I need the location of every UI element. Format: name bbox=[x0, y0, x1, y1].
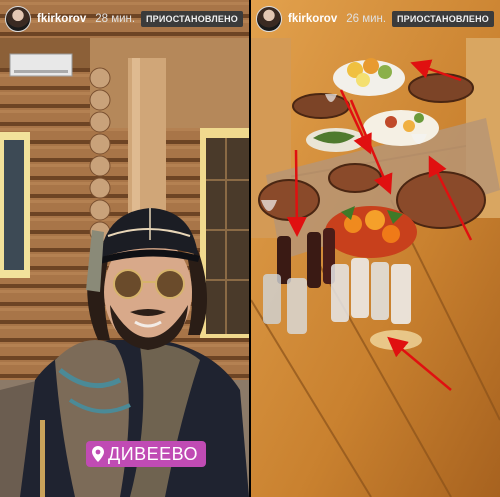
story-panel-1[interactable]: fkirkorov 28 мин. ПРИОСТАНОВЛЕНО ДИВЕЕВО bbox=[0, 0, 249, 497]
avatar[interactable] bbox=[256, 6, 282, 32]
story-photo-table bbox=[251, 0, 500, 497]
username[interactable]: fkirkorov bbox=[288, 13, 337, 25]
paused-badge: ПРИОСТАНОВЛЕНО bbox=[140, 11, 243, 27]
username[interactable]: fkirkorov bbox=[37, 13, 86, 25]
location-pin-icon bbox=[92, 446, 104, 462]
paused-badge: ПРИОСТАНОВЛЕНО bbox=[391, 11, 494, 27]
story-panel-2[interactable]: fkirkorov 26 мин. ПРИОСТАНОВЛЕНО bbox=[251, 0, 500, 497]
avatar[interactable] bbox=[5, 6, 31, 32]
location-sticker[interactable]: ДИВЕЕВО bbox=[86, 441, 207, 467]
story-header: fkirkorov 28 мин. ПРИОСТАНОВЛЕНО bbox=[0, 0, 249, 38]
story-photo-selfie bbox=[0, 0, 249, 497]
timestamp: 26 мин. bbox=[346, 13, 387, 25]
timestamp: 28 мин. bbox=[95, 13, 136, 25]
story-header: fkirkorov 26 мин. ПРИОСТАНОВЛЕНО bbox=[251, 0, 500, 38]
location-label: ДИВЕЕВО bbox=[108, 443, 199, 464]
